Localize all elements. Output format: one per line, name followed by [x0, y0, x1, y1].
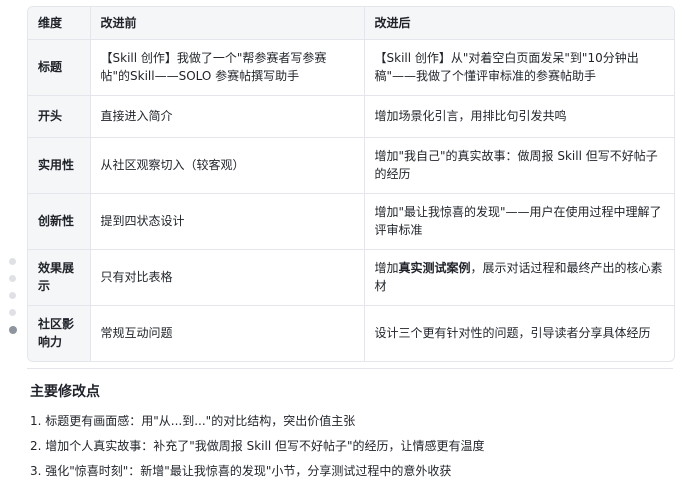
column-header-after: 改进后: [364, 7, 674, 40]
after-text: 增加: [374, 261, 399, 275]
before-cell: 提到四状态设计: [90, 193, 365, 250]
dimension-cell: 社区影响力: [28, 305, 91, 361]
list-item: 2. 增加个人真实故事：补充了"我做周报 Skill 但写不好帖子"的经历，让情…: [30, 439, 485, 453]
before-cell: 直接进入简介: [90, 95, 365, 138]
comparison-table: 维度 改进前 改进后 标题 【Skill 创作】我做了一个"帮参赛者写参赛帖"的…: [27, 6, 675, 362]
list-item: 3. 强化"惊喜时刻"：新增"最让我惊喜的发现"小节，分享测试过程中的意外收获: [30, 464, 452, 478]
nav-dot[interactable]: [9, 309, 16, 316]
section-navigation-dots: [9, 258, 17, 344]
table-row: 社区影响力 常规互动问题 设计三个更有针对性的问题，引导读者分享具体经历: [28, 305, 674, 361]
dimension-cell: 实用性: [28, 137, 91, 194]
after-cell: 【Skill 创作】从"对着空白页面发呆"到"10分钟出稿"——我做了个懂评审标…: [364, 39, 674, 96]
nav-dot-active[interactable]: [9, 326, 17, 334]
before-cell: 只有对比表格: [90, 249, 365, 306]
before-cell: 【Skill 创作】我做了一个"帮参赛者写参赛帖"的Skill——SOLO 参赛…: [90, 39, 365, 96]
after-cell: 增加真实测试案例，展示对话过程和最终产出的核心素材: [364, 249, 674, 306]
after-cell: 增加"最让我惊喜的发现"——用户在使用过程中理解了评审标准: [364, 193, 674, 250]
column-header-before: 改进前: [90, 7, 365, 40]
after-cell: 增加场景化引言，用排比句引发共鸣: [364, 95, 674, 138]
nav-dot[interactable]: [9, 258, 16, 265]
summary-list: 1. 标题更有画面感：用"从...到..."的对比结构，突出价值主张 2. 增加…: [30, 412, 485, 487]
after-cell: 增加"我自己"的真实故事：做周报 Skill 但写不好帖子的经历: [364, 137, 674, 194]
table-row: 创新性 提到四状态设计 增加"最让我惊喜的发现"——用户在使用过程中理解了评审标…: [28, 193, 674, 250]
nav-dot[interactable]: [9, 292, 16, 299]
after-cell: 设计三个更有针对性的问题，引导读者分享具体经历: [374, 326, 651, 341]
after-highlight: 真实测试案例: [398, 261, 471, 275]
column-header-dimension: 维度: [28, 7, 91, 40]
table-header-row: 维度 改进前 改进后: [28, 7, 674, 40]
dimension-cell: 创新性: [28, 193, 91, 250]
table-row: 实用性 从社区观察切入（较客观） 增加"我自己"的真实故事：做周报 Skill …: [28, 137, 674, 194]
section-divider: [27, 368, 673, 369]
table-row: 开头 直接进入简介 增加场景化引言，用排比句引发共鸣: [28, 95, 674, 138]
dimension-cell: 标题: [28, 39, 91, 96]
table-row: 效果展示 只有对比表格 增加真实测试案例，展示对话过程和最终产出的核心素材: [28, 249, 674, 306]
dimension-cell: 开头: [28, 95, 91, 138]
before-cell: 常规互动问题: [90, 305, 365, 361]
summary-title: 主要修改点: [30, 384, 100, 400]
table-row: 标题 【Skill 创作】我做了一个"帮参赛者写参赛帖"的Skill——SOLO…: [28, 39, 674, 96]
list-item: 1. 标题更有画面感：用"从...到..."的对比结构，突出价值主张: [30, 414, 356, 428]
nav-dot[interactable]: [9, 275, 16, 282]
before-cell: 从社区观察切入（较客观）: [90, 137, 365, 194]
dimension-cell: 效果展示: [28, 249, 91, 306]
